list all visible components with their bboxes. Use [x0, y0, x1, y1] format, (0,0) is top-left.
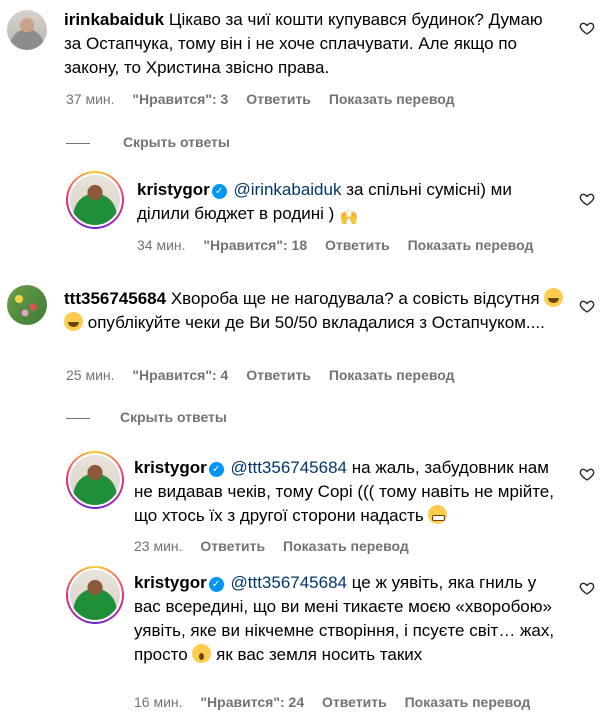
username[interactable]: ttt356745684 — [64, 289, 166, 308]
verified-badge-icon: ✓ — [208, 577, 224, 592]
likes-count[interactable]: "Нравится": 3 — [132, 91, 228, 107]
shocked-emoji — [192, 644, 212, 663]
reply-meta: 34 мин. "Нравится": 18 Ответить Показать… — [137, 237, 547, 253]
comment-text: ttt356745684 Хвороба ще не нагодувала? а… — [64, 287, 569, 335]
reply-meta: 16 мин. "Нравится": 24 Ответить Показать… — [134, 694, 544, 710]
hide-replies-button[interactable]: Скрыть ответы — [123, 134, 230, 150]
reply-button[interactable]: Ответить — [325, 237, 390, 253]
raised-hands-emoji: 🙌 — [339, 209, 359, 226]
reply-body-continued: як вас земля носить таких — [216, 645, 423, 664]
comment-text: irinkabaiduk Цікаво за чиї кошти купував… — [64, 8, 564, 80]
avatar[interactable] — [7, 285, 47, 325]
likes-count[interactable]: "Нравится": 4 — [132, 367, 228, 383]
heart-outline-icon[interactable] — [579, 466, 595, 482]
reply-text: kristygor ✓ @ttt356745684 це ж уявіть, як… — [134, 571, 566, 667]
verified-badge-icon: ✓ — [211, 184, 227, 199]
username[interactable]: kristygor — [134, 573, 207, 592]
heart-outline-icon[interactable] — [579, 191, 595, 207]
reply-button[interactable]: Ответить — [246, 91, 311, 107]
divider — [66, 418, 90, 419]
hide-replies-button[interactable]: Скрыть ответы — [120, 409, 227, 425]
timestamp: 25 мин. — [66, 367, 115, 383]
timestamp: 34 мин. — [137, 237, 186, 253]
avatar[interactable] — [66, 566, 124, 624]
reply-text: kristygor ✓ @irinkabaiduk за спільні сумі… — [137, 178, 567, 227]
reply-button[interactable]: Ответить — [322, 694, 387, 710]
mention-link[interactable]: @ttt356745684 — [230, 458, 347, 477]
heart-outline-icon[interactable] — [579, 20, 595, 36]
translate-button[interactable]: Показать перевод — [329, 91, 455, 107]
comment-meta: 25 мин. "Нравится": 4 Ответить Показать … — [66, 367, 469, 383]
reply-button[interactable]: Ответить — [200, 538, 265, 554]
laughing-emoji — [64, 312, 83, 331]
heart-outline-icon[interactable] — [579, 580, 595, 596]
reply-meta: 23 мин. Ответить Показать перевод — [134, 538, 423, 554]
avatar[interactable] — [66, 451, 124, 509]
avatar[interactable] — [7, 10, 47, 50]
translate-button[interactable]: Показать перевод — [408, 237, 534, 253]
username[interactable]: irinkabaiduk — [64, 10, 164, 29]
mention-link[interactable]: @irinkabaiduk — [233, 180, 341, 199]
timestamp: 37 мин. — [66, 91, 115, 107]
reply-text: kristygor ✓ @ttt356745684 на жаль, забудо… — [134, 456, 566, 528]
translate-button[interactable]: Показать перевод — [283, 538, 409, 554]
avatar[interactable] — [66, 171, 124, 229]
timestamp: 16 мин. — [134, 694, 183, 710]
laughing-emoji — [544, 288, 564, 307]
timestamp: 23 мин. — [134, 538, 183, 554]
translate-button[interactable]: Показать перевод — [405, 694, 531, 710]
mention-link[interactable]: @ttt356745684 — [230, 573, 347, 592]
username[interactable]: kristygor — [134, 458, 207, 477]
verified-badge-icon: ✓ — [208, 462, 224, 477]
username[interactable]: kristygor — [137, 180, 210, 199]
heart-outline-icon[interactable] — [579, 298, 595, 314]
likes-count[interactable]: "Нравится": 18 — [203, 237, 307, 253]
translate-button[interactable]: Показать перевод — [329, 367, 455, 383]
divider — [66, 143, 90, 144]
comment-body-continued: опублікуйте чеки де Ви 50/50 вкладалися … — [87, 313, 545, 332]
likes-count[interactable]: "Нравится": 24 — [200, 694, 304, 710]
comment-body: Хвороба ще не нагодувала? а совість відс… — [170, 289, 540, 308]
reply-button[interactable]: Ответить — [246, 367, 311, 383]
comment-meta: 37 мин. "Нравится": 3 Ответить Показать … — [66, 91, 469, 107]
grimacing-emoji — [428, 505, 448, 524]
